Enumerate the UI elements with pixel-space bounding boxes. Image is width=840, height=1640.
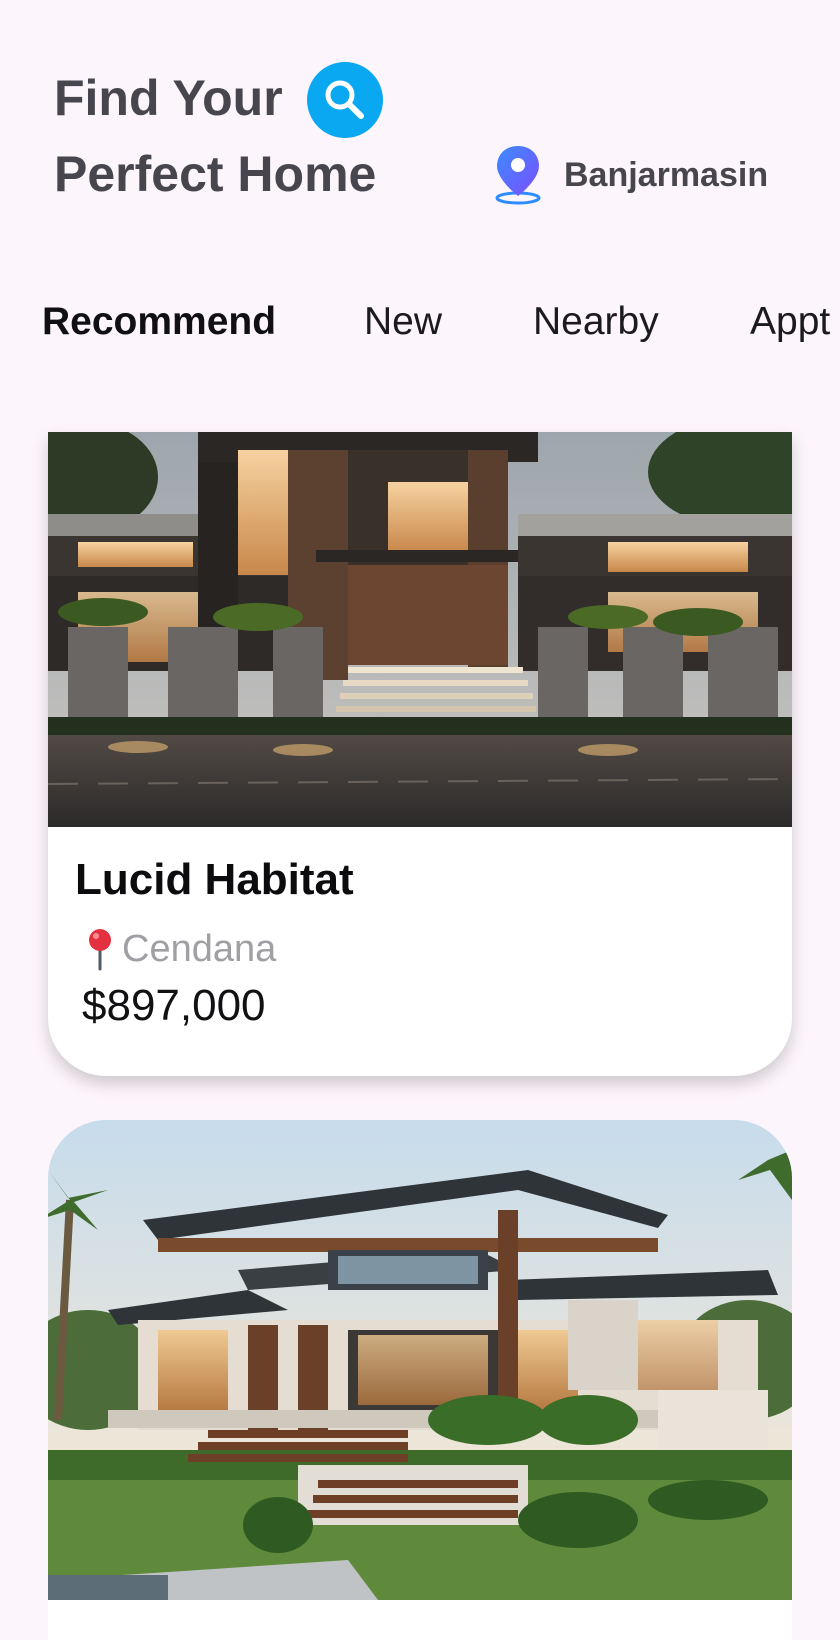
listing-price: $897,000 [82,981,266,1030]
listing-location: Cendana [86,927,276,971]
search-button[interactable] [307,62,383,138]
location-pin-icon [495,146,541,205]
listing-card[interactable]: Lucid Habitat Cendana $897,000 [48,432,792,1076]
house-photo [48,432,792,827]
listing-location-text: Cendana [122,927,277,970]
listing-name: Lucid Habitat [75,855,354,904]
listing-card[interactable] [48,1120,792,1640]
header: Find Your Perfect Home Banjarmasin [0,0,840,240]
tab-appt[interactable]: Appt [750,290,830,354]
page-title-line-1: Find Your [54,70,283,126]
search-icon [325,80,364,119]
location-name: Banjarmasin [564,155,769,194]
listing-info: Lucid Habitat Cendana $897,000 [48,827,792,1076]
house-photo [48,1120,792,1600]
tab-nearby[interactable]: Nearby [533,290,659,354]
tab-recommend[interactable]: Recommend [42,290,276,354]
tab-new[interactable]: New [364,290,442,354]
category-tabs: Recommend New Nearby Appt [0,290,840,354]
location-selector[interactable]: Banjarmasin [492,140,768,210]
pin-icon [89,929,111,971]
page-title-line-2: Perfect Home [54,146,377,202]
